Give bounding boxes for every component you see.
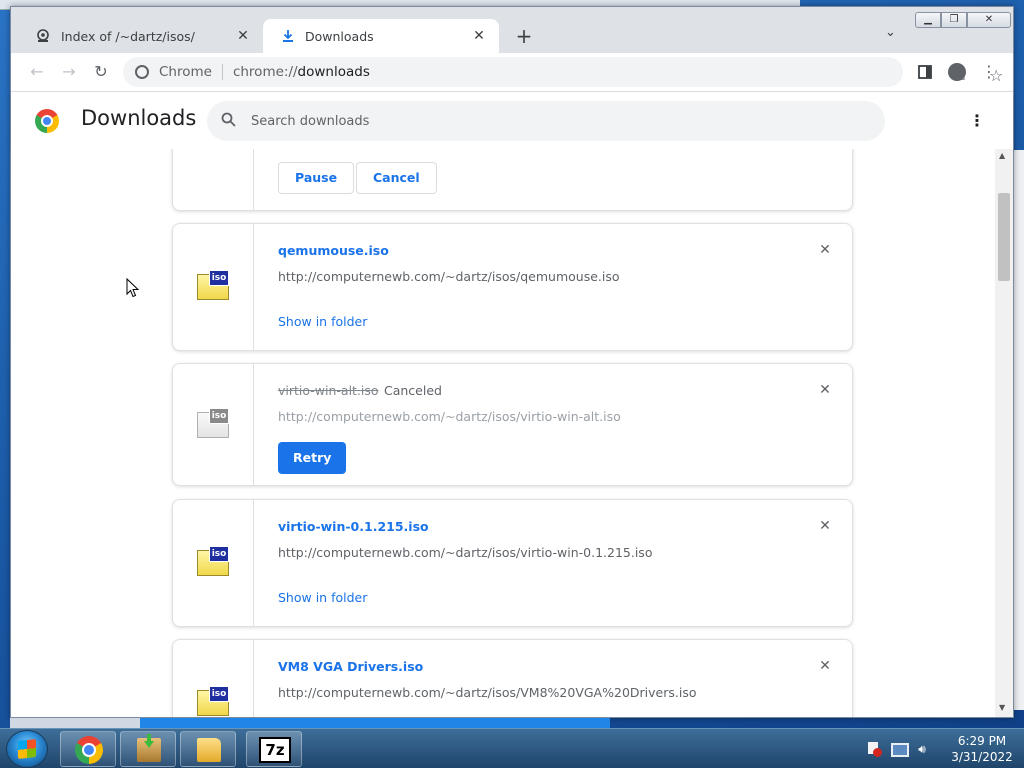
url-scheme: chrome:// xyxy=(232,64,298,80)
file-name-link[interactable]: qemumouse.iso xyxy=(278,243,389,258)
iso-file-icon: iso xyxy=(197,546,229,576)
vertical-scrollbar[interactable]: ▲ ▼ xyxy=(995,149,1013,717)
scroll-up-arrow-icon[interactable]: ▲ xyxy=(999,151,1005,160)
system-tray: 🔊︎ 6:29 PM 3/31/2022 xyxy=(860,729,1024,768)
background-window-titlebar xyxy=(140,718,610,728)
file-url[interactable]: http://computernewb.com/~dartz/isos/virt… xyxy=(278,545,652,560)
restore-icon[interactable]: ❐ xyxy=(941,12,967,28)
start-button-windows-icon[interactable] xyxy=(6,730,48,768)
download-card-canceled: iso virtio-win-alt.iso Canceled http://c… xyxy=(172,363,853,486)
mouse-cursor-icon xyxy=(126,278,140,298)
installer-icon xyxy=(137,738,161,762)
browser-toolbar: ← → ↻ Chrome chrome://downloads ⇪ ☆ ⋮ xyxy=(11,53,1013,91)
download-card: iso VM8 VGA Drivers.iso http://computern… xyxy=(172,639,853,717)
download-card: iso qemumouse.iso http://computernewb.co… xyxy=(172,223,853,351)
reload-icon[interactable]: ↻ xyxy=(89,60,113,84)
side-panel-icon[interactable] xyxy=(913,60,937,84)
file-name-canceled: virtio-win-alt.iso xyxy=(278,383,379,398)
new-tab-plus-icon[interactable]: + xyxy=(511,23,537,49)
downloads-list: Pause Cancel iso qemumouse.iso http://co… xyxy=(11,149,1013,717)
remove-icon[interactable]: ✕ xyxy=(817,242,833,258)
minimize-icon[interactable]: ▁ xyxy=(915,12,941,28)
scroll-thumb[interactable] xyxy=(998,193,1010,281)
forward-arrow-icon[interactable]: → xyxy=(57,60,81,84)
tab-title: Index of /~dartz/isos/ xyxy=(61,28,195,44)
search-icon xyxy=(221,112,241,131)
tab-title: Downloads xyxy=(305,28,374,44)
taskbar-7zip-button[interactable]: 7z xyxy=(246,731,302,767)
iso-file-icon: iso xyxy=(197,270,229,300)
show-in-folder-link[interactable]: Show in folder xyxy=(278,314,367,329)
chrome-logo-icon xyxy=(35,109,59,133)
tab-index-isos[interactable]: Index of /~dartz/isos/ ✕ xyxy=(17,19,263,53)
taskbar-installer-button[interactable] xyxy=(120,731,176,767)
profile-avatar-icon[interactable] xyxy=(945,60,969,84)
file-name-link[interactable]: virtio-win-0.1.215.iso xyxy=(278,519,429,534)
clock-date: 3/31/2022 xyxy=(951,750,1013,764)
url-host: downloads xyxy=(297,64,370,80)
pause-button[interactable]: Pause xyxy=(278,162,355,194)
close-icon[interactable]: ✕ xyxy=(471,28,487,44)
remove-icon[interactable]: ✕ xyxy=(817,518,833,534)
window-close-icon[interactable]: ✕ xyxy=(967,12,1011,28)
action-center-flag-icon[interactable] xyxy=(866,741,882,757)
tab-downloads[interactable]: Downloads ✕ xyxy=(263,19,499,53)
site-label: Chrome xyxy=(159,64,212,80)
folder-icon xyxy=(197,738,221,762)
show-in-folder-link[interactable]: Show in folder xyxy=(278,590,367,605)
back-arrow-icon[interactable]: ← xyxy=(25,60,49,84)
browser-window: Index of /~dartz/isos/ ✕ Downloads ✕ + ⌄… xyxy=(10,6,1014,718)
address-bar[interactable]: Chrome chrome://downloads ⇪ ☆ xyxy=(123,57,1003,87)
kebab-menu-icon[interactable]: ⋮ xyxy=(967,111,987,130)
search-input[interactable] xyxy=(251,113,851,129)
close-icon[interactable]: ✕ xyxy=(235,28,251,44)
tab-strip: Index of /~dartz/isos/ ✕ Downloads ✕ + ⌄… xyxy=(11,7,1013,53)
iso-file-icon: iso xyxy=(197,686,229,716)
file-url[interactable]: http://computernewb.com/~dartz/isos/virt… xyxy=(278,409,621,424)
scroll-down-arrow-icon[interactable]: ▼ xyxy=(999,703,1005,712)
search-box[interactable] xyxy=(207,101,885,141)
retry-button[interactable]: Retry xyxy=(278,442,347,474)
volume-icon[interactable]: 🔊︎ xyxy=(914,741,930,757)
page-title: Downloads xyxy=(81,106,197,130)
chrome-site-icon xyxy=(135,65,149,79)
file-name-link[interactable]: VM8 VGA Drivers.iso xyxy=(278,659,423,674)
kebab-menu-icon[interactable]: ⋮ xyxy=(977,60,1001,84)
icon-column xyxy=(173,149,254,210)
remove-icon[interactable]: ✕ xyxy=(817,658,833,674)
divider xyxy=(221,64,223,80)
7zip-icon: 7z xyxy=(259,737,291,763)
page-icon xyxy=(37,29,49,42)
status-badge: Canceled xyxy=(384,383,442,398)
file-url[interactable]: http://computernewb.com/~dartz/isos/qemu… xyxy=(278,269,620,284)
chrome-icon xyxy=(75,736,103,764)
taskbar-explorer-button[interactable] xyxy=(180,731,236,767)
download-icon xyxy=(283,30,293,42)
clock-time: 6:29 PM xyxy=(957,734,1007,748)
chevron-down-icon[interactable]: ⌄ xyxy=(885,25,896,40)
download-card: iso virtio-win-0.1.215.iso http://comput… xyxy=(172,499,853,627)
downloads-header: Downloads ⋮ xyxy=(11,91,1013,149)
taskbar-chrome-button[interactable] xyxy=(60,731,116,767)
download-card-active: Pause Cancel xyxy=(172,149,853,211)
cancel-button[interactable]: Cancel xyxy=(356,162,437,194)
taskbar: 7z 🔊︎ 6:29 PM 3/31/2022 xyxy=(0,728,1024,768)
clock[interactable]: 6:29 PM 3/31/2022 xyxy=(944,733,1020,765)
network-icon[interactable] xyxy=(890,741,909,757)
file-url[interactable]: http://computernewb.com/~dartz/isos/VM8%… xyxy=(278,685,696,700)
iso-file-icon: iso xyxy=(197,408,229,438)
remove-icon[interactable]: ✕ xyxy=(817,382,833,398)
